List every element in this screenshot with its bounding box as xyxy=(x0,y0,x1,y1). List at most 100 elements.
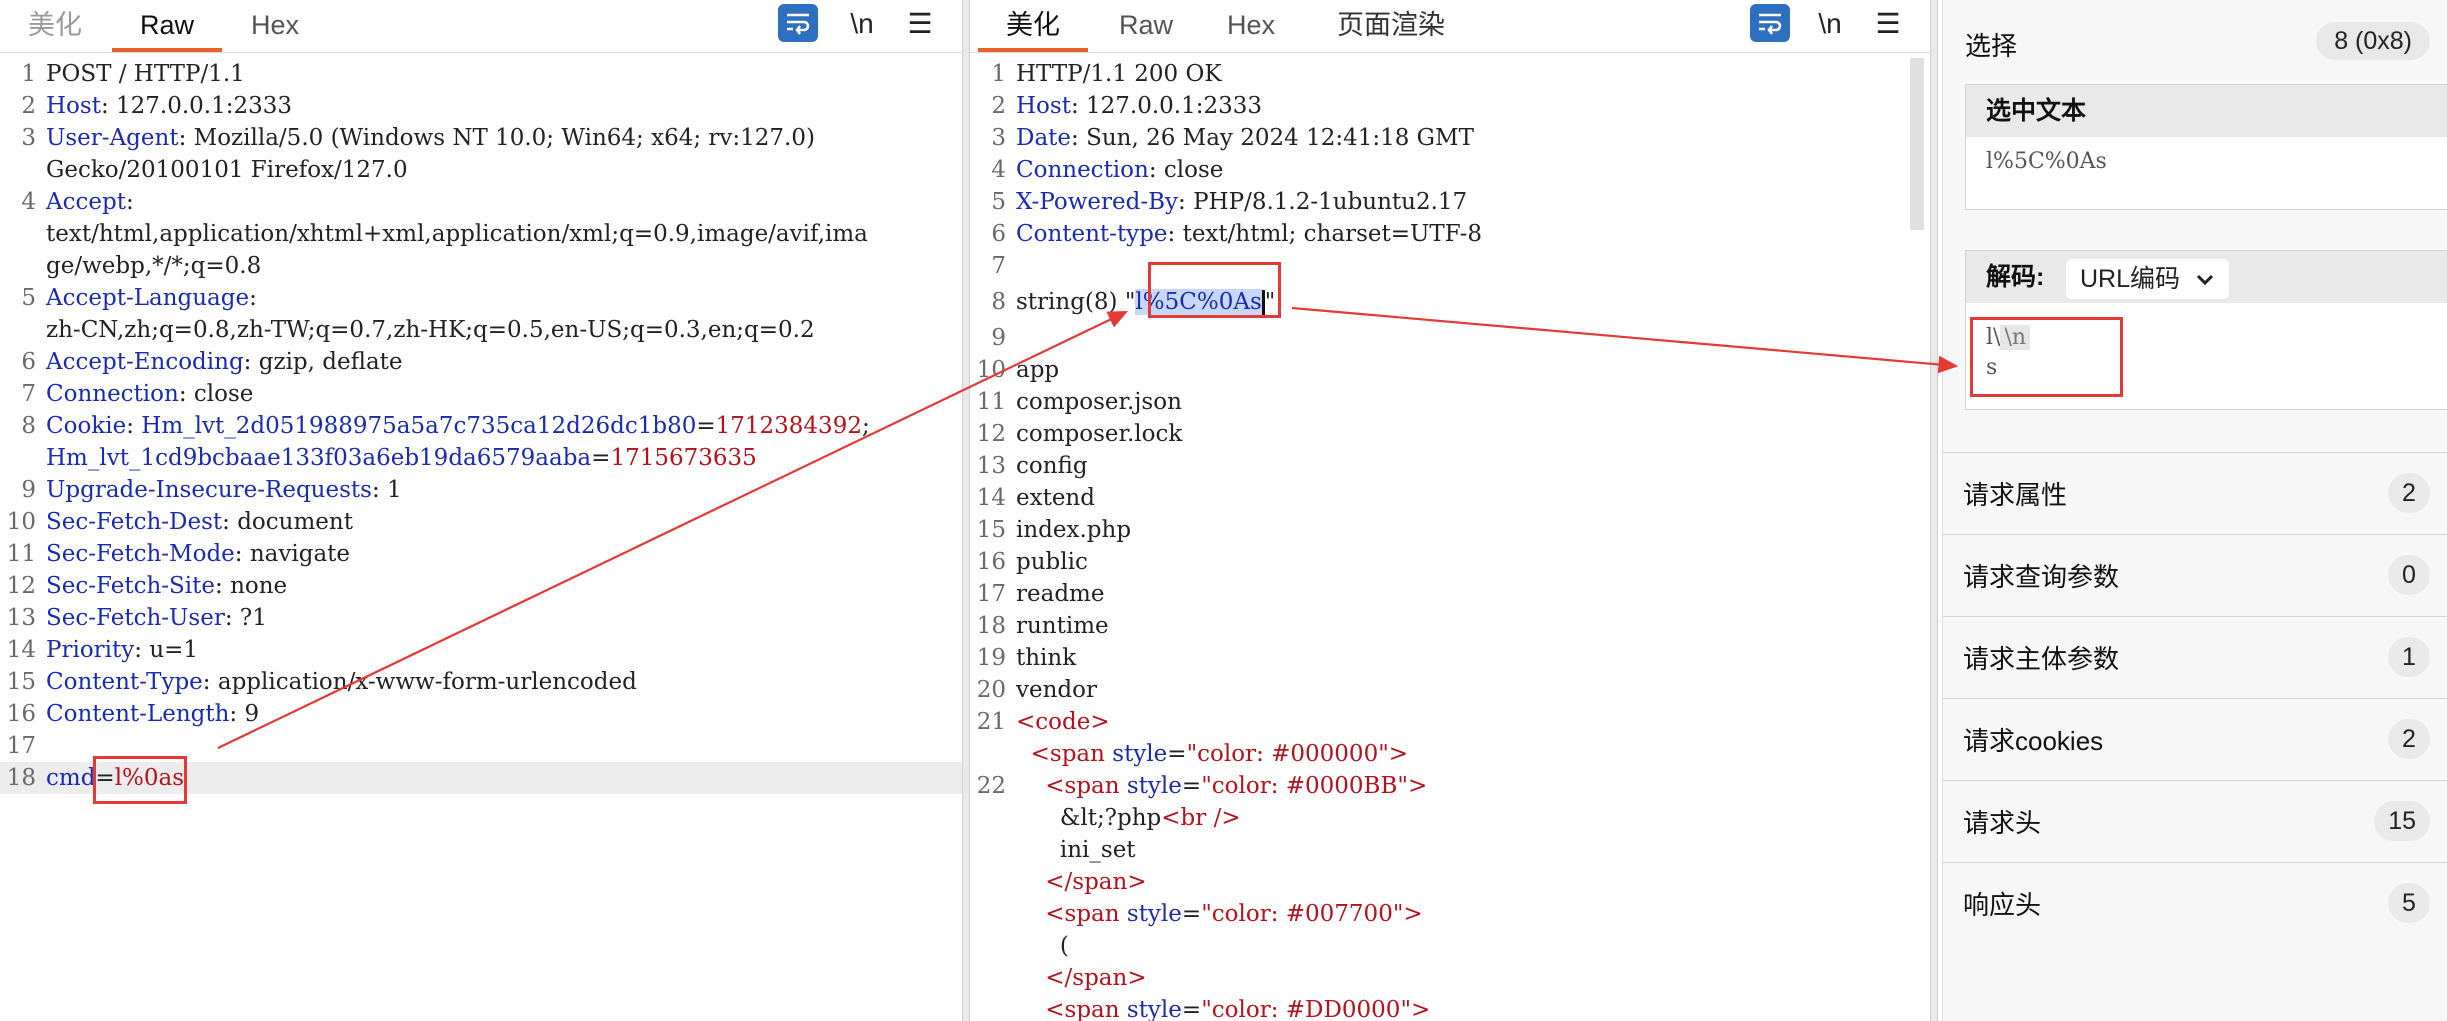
code-token: Upgrade-Insecure-Requests xyxy=(46,477,372,503)
code-line[interactable]: 9 Upgrade-Insecure-Requests: 1 xyxy=(0,474,962,506)
code-line[interactable]: 4 Connection: close xyxy=(970,154,1930,186)
tab-raw[interactable]: Raw xyxy=(1106,0,1186,50)
wrap-lines-button[interactable] xyxy=(1750,4,1790,42)
code-line[interactable]: 22 <span style="color: #0000BB"> xyxy=(970,770,1930,802)
code-line[interactable]: 3 Date: Sun, 26 May 2024 12:41:18 GMT xyxy=(970,122,1930,154)
code-line[interactable]: 7 Connection: close xyxy=(0,378,962,410)
inspector-section-row[interactable]: 请求头 15 xyxy=(1943,780,2447,861)
code-line[interactable]: <span style="color: #DD0000"> xyxy=(970,994,1930,1021)
code-line[interactable]: ( xyxy=(970,930,1930,962)
code-line[interactable]: zh-CN,zh;q=0.8,zh-TW;q=0.7,zh-HK;q=0.5,e… xyxy=(0,314,962,346)
code-token: : xyxy=(249,285,257,311)
code-line[interactable]: 16 Content-Length: 9 xyxy=(0,698,962,730)
code-line[interactable]: 12 composer.lock xyxy=(970,418,1930,450)
line-number: 5 xyxy=(991,189,1006,215)
code-line[interactable]: </span> xyxy=(970,866,1930,898)
code-line[interactable]: 20 vendor xyxy=(970,674,1930,706)
tab-render[interactable]: 页面渲染 xyxy=(1326,0,1456,50)
inspector-section-row[interactable]: 请求cookies 2 xyxy=(1943,698,2447,779)
response-pane: 美化 Raw Hex 页面渲染 \n ☰ 1 HTTP/1.1 200 OK 2 Ho… xyxy=(970,0,1930,1021)
code-token: Date xyxy=(1016,125,1072,151)
code-line[interactable]: 13 Sec-Fetch-User: ?1 xyxy=(0,602,962,634)
response-editor[interactable]: 1 HTTP/1.1 200 OK 2 Host: 127.0.0.1:2333 3 Da… xyxy=(970,58,1930,1021)
code-line[interactable]: 16 public xyxy=(970,546,1930,578)
pane-splitter-right[interactable] xyxy=(1930,0,1938,1021)
code-line[interactable]: 12 Sec-Fetch-Site: none xyxy=(0,570,962,602)
decode-mode-dropdown[interactable]: URL编码 xyxy=(2066,259,2229,299)
code-line[interactable]: 17 readme xyxy=(970,578,1930,610)
code-token: > xyxy=(1411,997,1431,1021)
code-line[interactable]: Hm_lvt_1cd9bcbaae133f03a6eb19da6579aaba=… xyxy=(0,442,962,474)
line-text: ini_set xyxy=(1016,834,1136,866)
code-line[interactable]: 11 Sec-Fetch-Mode: navigate xyxy=(0,538,962,570)
code-token: : 127.0.0.1:2333 xyxy=(100,93,293,119)
code-line[interactable]: 6 Content-type: text/html; charset=UTF-8 xyxy=(970,218,1930,250)
code-line[interactable]: <span style="color: #007700"> xyxy=(970,898,1930,930)
code-line[interactable]: 7 xyxy=(970,250,1930,282)
code-line[interactable]: 5 X-Powered-By: PHP/8.1.2-1ubuntu2.17 xyxy=(970,186,1930,218)
response-scrollbar[interactable] xyxy=(1910,58,1924,230)
code-line[interactable]: 13 config xyxy=(970,450,1930,482)
hamburger-menu-icon[interactable]: ☰ xyxy=(900,4,940,44)
code-line[interactable]: 4 Accept: xyxy=(0,186,962,218)
hamburger-menu-icon[interactable]: ☰ xyxy=(1868,4,1908,44)
code-line[interactable]: Gecko/20100101 Firefox/127.0 xyxy=(0,154,962,186)
wrap-lines-button[interactable] xyxy=(778,4,818,42)
tab-raw[interactable]: Raw xyxy=(112,0,222,52)
code-line[interactable]: 2 Host: 127.0.0.1:2333 xyxy=(970,90,1930,122)
inspector-section-row[interactable]: 响应头 5 xyxy=(1943,862,2447,943)
tab-pretty[interactable]: 美化 xyxy=(22,0,88,50)
selection-count-badge: 8 (0x8) xyxy=(2316,22,2430,60)
line-number: 17 xyxy=(976,581,1006,607)
code-line[interactable]: 14 extend xyxy=(970,482,1930,514)
code-line[interactable]: ge/webp,*/*;q=0.8 xyxy=(0,250,962,282)
newline-toggle-button[interactable]: \n xyxy=(842,4,882,44)
pane-splitter-left[interactable] xyxy=(962,0,970,1021)
code-line[interactable]: 10 Sec-Fetch-Dest: document xyxy=(0,506,962,538)
code-line[interactable]: <span style="color: #000000"> xyxy=(970,738,1930,770)
code-line[interactable]: 2 Host: 127.0.0.1:2333 xyxy=(0,90,962,122)
code-line[interactable]: 15 index.php xyxy=(970,514,1930,546)
code-line[interactable]: </span> xyxy=(970,962,1930,994)
line-text: Sec-Fetch-User: ?1 xyxy=(46,602,267,634)
inspector-section-row[interactable]: 请求查询参数 0 xyxy=(1943,534,2447,615)
tab-hex[interactable]: Hex xyxy=(1216,0,1286,50)
tab-pretty[interactable]: 美化 xyxy=(978,0,1088,52)
newline-toggle-button[interactable]: \n xyxy=(1810,4,1850,44)
code-token: Host xyxy=(1016,93,1071,119)
request-editor[interactable]: 1 POST / HTTP/1.1 2 Host: 127.0.0.1:2333 3 Us… xyxy=(0,58,962,794)
code-line[interactable]: 8 string(8) "l%5C%0As " xyxy=(970,282,1930,322)
line-number: 21 xyxy=(976,709,1006,735)
tab-hex[interactable]: Hex xyxy=(240,0,310,50)
line-text: index.php xyxy=(1016,514,1131,546)
line-text: think xyxy=(1016,642,1076,674)
code-line[interactable]: 18 runtime xyxy=(970,610,1930,642)
code-line[interactable]: 3 User-Agent: Mozilla/5.0 (Windows NT 10.… xyxy=(0,122,962,154)
code-line[interactable]: 11 composer.json xyxy=(970,386,1930,418)
inspector-section-row[interactable]: 请求主体参数 1 xyxy=(1943,616,2447,697)
code-line[interactable]: &lt;?php<br /> xyxy=(970,802,1930,834)
code-line[interactable]: 9 xyxy=(970,322,1930,354)
code-line[interactable]: 15 Content-Type: application/x-www-form-u… xyxy=(0,666,962,698)
code-token: : Mozilla/5.0 (Windows NT 10.0; Win64; x… xyxy=(178,125,815,151)
code-line[interactable]: 5 Accept-Language: xyxy=(0,282,962,314)
code-line[interactable]: 21 <code> xyxy=(970,706,1930,738)
code-line[interactable]: 1 POST / HTTP/1.1 xyxy=(0,58,962,90)
code-line[interactable]: 19 think xyxy=(970,642,1930,674)
code-token: : xyxy=(125,189,134,215)
code-line[interactable]: 10 app xyxy=(970,354,1930,386)
code-token: index.php xyxy=(1016,517,1132,543)
code-line[interactable]: 8 Cookie: Hm_lvt_2d051988975a5a7c735ca12d… xyxy=(0,410,962,442)
code-token: Accept-Encoding xyxy=(46,349,244,375)
code-line[interactable]: ini_set xyxy=(970,834,1930,866)
code-line[interactable]: 6 Accept-Encoding: gzip, deflate xyxy=(0,346,962,378)
code-token: Connection xyxy=(1016,157,1149,183)
inspector-section-row[interactable]: 请求属性 2 xyxy=(1943,452,2447,533)
selected-text-header[interactable]: 选中文本 xyxy=(1966,85,2447,137)
code-line[interactable]: 14 Priority: u=1 xyxy=(0,634,962,666)
code-line[interactable]: text/html,application/xhtml+xml,applicat… xyxy=(0,218,962,250)
line-text: Gecko/20100101 Firefox/127.0 xyxy=(46,154,408,186)
code-line[interactable]: 1 HTTP/1.1 200 OK xyxy=(970,58,1930,90)
line-text: zh-CN,zh;q=0.8,zh-TW;q=0.7,zh-HK;q=0.5,e… xyxy=(46,314,815,346)
selected-text-value[interactable]: l%5C%0As xyxy=(1966,137,2447,186)
